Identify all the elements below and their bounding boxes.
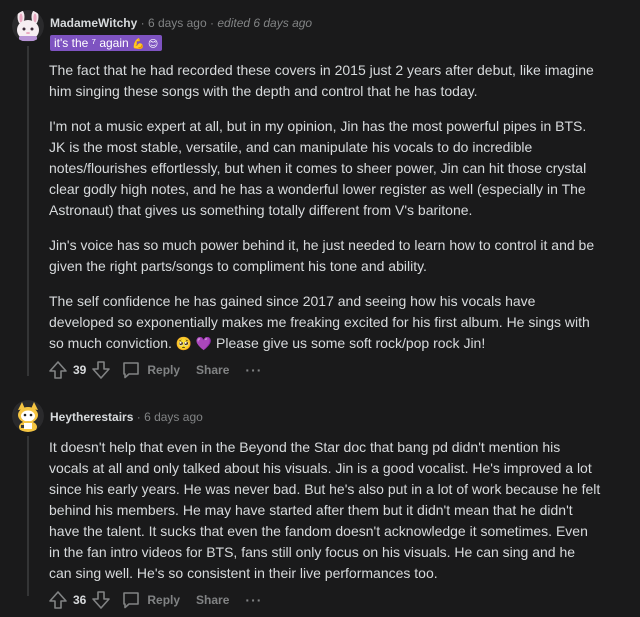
username[interactable]: MadameWitchy bbox=[50, 16, 137, 30]
comment-actions: 36 Reply Share ··· bbox=[46, 588, 262, 612]
comment-paragraph: Jin's voice has so much power behind it,… bbox=[49, 237, 595, 274]
comment-actions: 39 Reply Share ··· bbox=[46, 358, 262, 382]
thread-line[interactable] bbox=[27, 436, 29, 596]
comment-paragraph: I'm not a music expert at all, but in my… bbox=[49, 118, 587, 218]
username[interactable]: Heytherestairs bbox=[50, 410, 133, 424]
separator-dot: · bbox=[136, 410, 141, 424]
downvote-icon[interactable] bbox=[89, 358, 113, 382]
comment-paragraph: The fact that he had recorded these cove… bbox=[49, 62, 594, 99]
comment-body: The fact that he had recorded these cove… bbox=[49, 60, 629, 368]
pleading-face-icon: 🥺 bbox=[175, 336, 193, 351]
paragraph-text: Please give us some soft rock/pop rock J… bbox=[216, 335, 486, 351]
comment-bubble-icon bbox=[123, 592, 140, 609]
comment-meta: Heytherestairs · 6 days ago bbox=[50, 409, 203, 425]
timestamp[interactable]: 6 days ago bbox=[148, 16, 207, 30]
cat-avatar-icon[interactable] bbox=[12, 400, 44, 432]
thread-line[interactable] bbox=[27, 46, 29, 376]
smiling-face-icon: 😊 bbox=[147, 39, 159, 50]
reply-button[interactable]: Reply bbox=[121, 590, 180, 610]
flexed-biceps-icon: 💪 bbox=[132, 39, 145, 50]
comment-bubble-icon bbox=[123, 362, 140, 379]
separator-dot: · bbox=[140, 16, 145, 30]
more-options-icon[interactable]: ··· bbox=[245, 592, 262, 608]
separator-dot: · bbox=[210, 16, 214, 30]
upvote-icon[interactable] bbox=[46, 358, 70, 382]
reply-label: Reply bbox=[147, 363, 181, 377]
witch-avatar-icon[interactable] bbox=[12, 10, 44, 42]
upvote-icon[interactable] bbox=[46, 588, 70, 612]
reply-button[interactable]: Reply bbox=[121, 360, 180, 380]
comment-meta: MadameWitchy · 6 days ago · edited 6 day… bbox=[50, 15, 312, 31]
share-button[interactable]: Share bbox=[196, 363, 229, 377]
reply-label: Reply bbox=[147, 593, 181, 607]
downvote-icon[interactable] bbox=[89, 588, 113, 612]
flair-text: it's the ⁷ again bbox=[54, 36, 129, 50]
user-flair: it's the ⁷ again 💪 😊 bbox=[50, 35, 163, 51]
more-options-icon[interactable]: ··· bbox=[245, 362, 262, 378]
vote-score: 39 bbox=[73, 363, 87, 377]
comment-body: It doesn't help that even in the Beyond … bbox=[49, 437, 629, 598]
vote-score: 36 bbox=[73, 593, 87, 607]
purple-heart-icon: 💜 bbox=[195, 336, 213, 351]
share-button[interactable]: Share bbox=[196, 593, 229, 607]
comment-paragraph: It doesn't help that even in the Beyond … bbox=[49, 439, 601, 581]
edited-timestamp: edited 6 days ago bbox=[217, 16, 313, 30]
comment-paragraph: The self confidence he has gained since … bbox=[49, 291, 629, 354]
timestamp[interactable]: 6 days ago bbox=[144, 410, 203, 424]
